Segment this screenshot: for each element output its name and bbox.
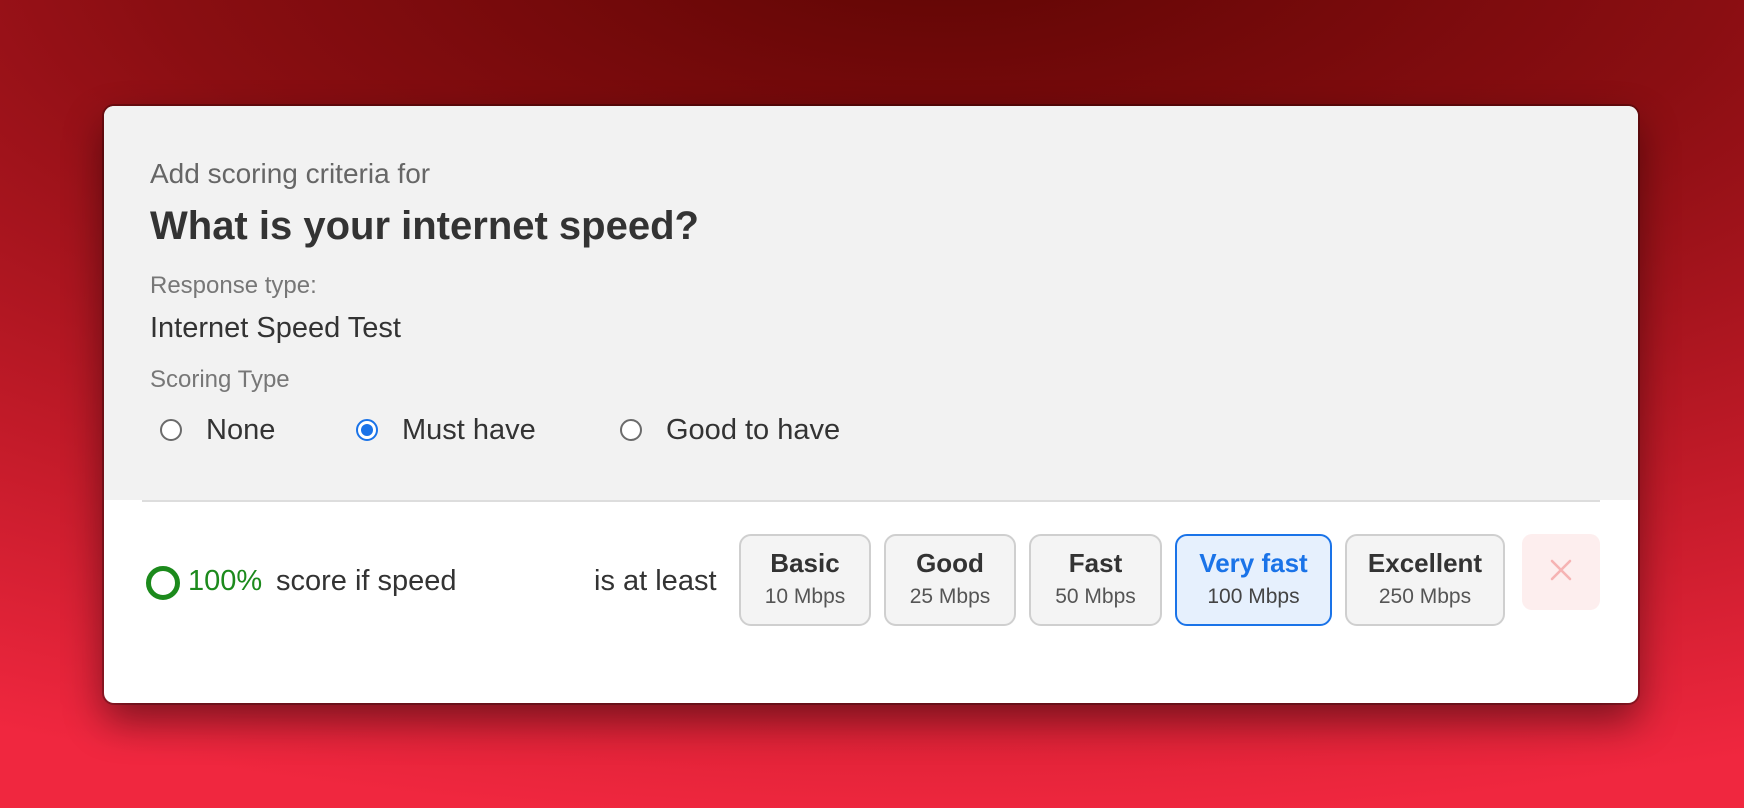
scoring-option-none[interactable]: None [160, 412, 275, 448]
speed-option-name: Basic [770, 548, 840, 578]
scoring-option-label: Good to have [666, 413, 841, 446]
radio-button[interactable] [160, 419, 182, 441]
speed-option-value: 100 Mbps [1207, 585, 1300, 608]
speed-option-good[interactable]: Good 25 Mbps [884, 534, 1016, 626]
speed-option-basic[interactable]: Basic 10 Mbps [739, 534, 871, 626]
speed-option-value: 50 Mbps [1055, 585, 1136, 608]
speed-option-value: 250 Mbps [1378, 585, 1472, 608]
speed-option-very-fast[interactable]: Very fast 100 Mbps [1175, 534, 1332, 626]
speed-option-name: Fast [1068, 548, 1123, 578]
speed-option-fast[interactable]: Fast 50 Mbps [1029, 534, 1162, 626]
speed-option-name: Good [916, 548, 984, 578]
speed-option-excellent[interactable]: Excellent 250 Mbps [1345, 534, 1505, 626]
section-divider [142, 500, 1600, 502]
question-title: What is your internet speed? [150, 204, 699, 248]
radio-button-checked[interactable] [356, 419, 378, 441]
dialog-header: Add scoring criteria for What is your in… [104, 106, 1638, 500]
radio-button[interactable] [620, 419, 642, 441]
scoring-option-label: Must have [402, 413, 536, 446]
scoring-option-label: None [206, 413, 276, 446]
remove-criteria-button[interactable] [1522, 534, 1600, 610]
speed-option-value: 25 Mbps [909, 585, 991, 608]
scoring-type-label: Scoring Type [150, 366, 290, 393]
scoring-option-must-have[interactable]: Must have [356, 412, 536, 448]
scoring-option-good-to-have[interactable]: Good to have [620, 412, 840, 448]
speed-option-value: 10 Mbps [764, 585, 846, 608]
score-percent: 100% [188, 565, 263, 597]
score-description: score if speed [276, 565, 457, 597]
response-type-label: Response type: [150, 272, 317, 299]
dialog-subtitle: Add scoring criteria for [150, 158, 431, 189]
speed-option-name: Very fast [1199, 548, 1308, 578]
close-icon [1549, 558, 1573, 587]
score-ring-icon [146, 566, 180, 600]
comparator-label: is at least [594, 565, 717, 597]
speed-option-name: Excellent [1367, 548, 1483, 578]
response-type-value: Internet Speed Test [150, 312, 401, 344]
scoring-criteria-dialog: Add scoring criteria for What is your in… [104, 106, 1638, 703]
